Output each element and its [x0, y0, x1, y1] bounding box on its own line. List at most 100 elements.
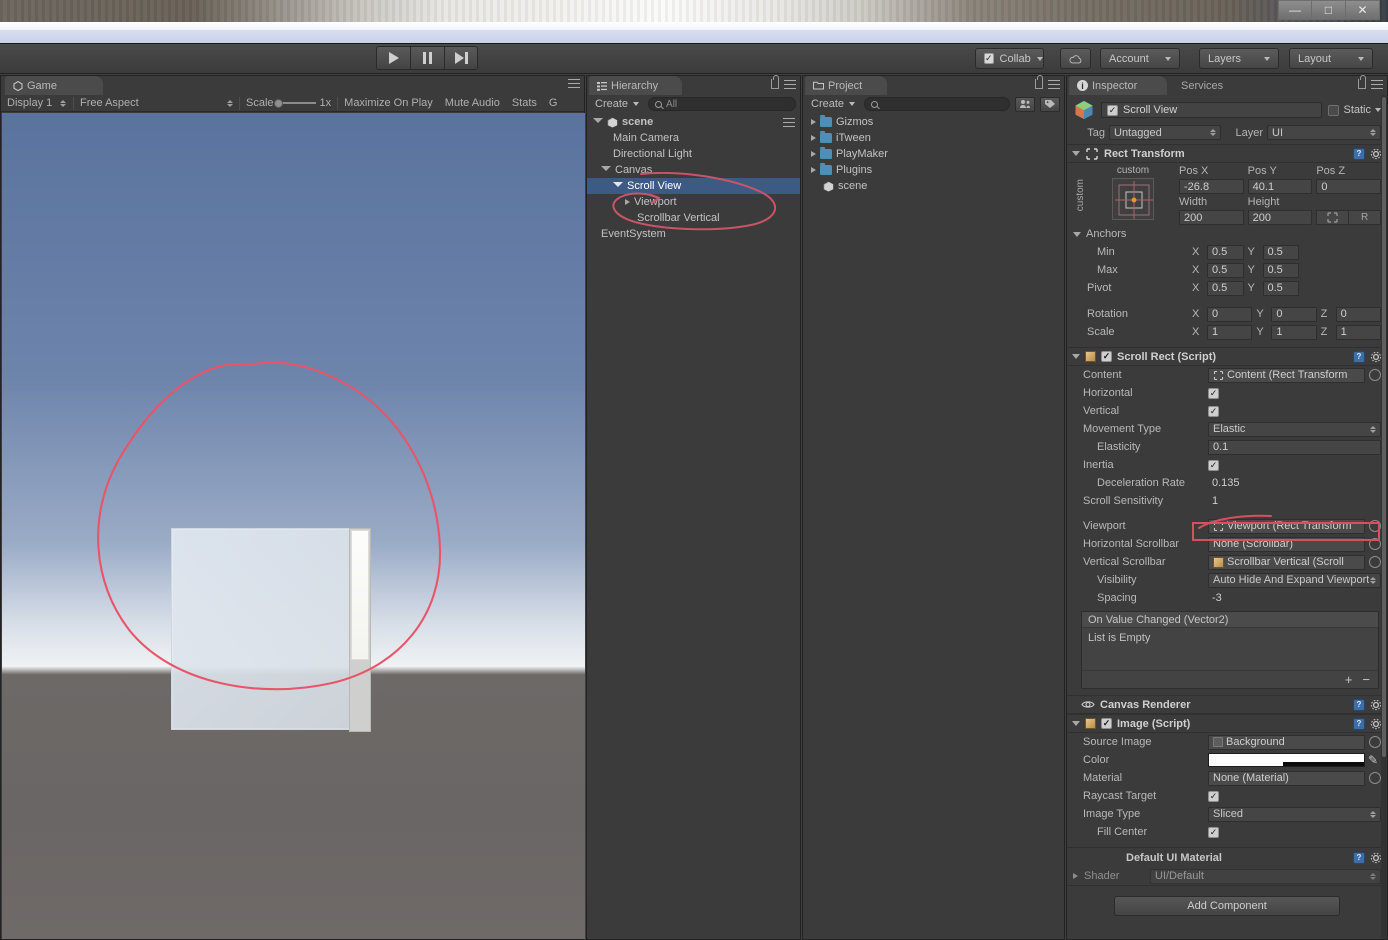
chevron-down-icon[interactable]	[1072, 151, 1080, 156]
gameobject-name-input[interactable]: ✓ Scroll View	[1101, 102, 1323, 118]
project-row-itween[interactable]: iTween	[803, 130, 1064, 146]
anchor-preset-widget[interactable]	[1112, 178, 1154, 220]
source-image-object-field[interactable]: Background	[1208, 734, 1365, 750]
scroll-rect-header[interactable]: ✓ Scroll Rect (Script) ?	[1067, 347, 1387, 366]
chevron-right-icon[interactable]	[811, 135, 816, 141]
chevron-right-icon[interactable]	[1073, 873, 1078, 879]
rect-transform-header[interactable]: Rect Transform ?	[1067, 144, 1387, 163]
maximize-icon[interactable]: □	[1312, 0, 1346, 20]
rotation-z-input[interactable]: 0	[1335, 306, 1381, 322]
chevron-down-icon[interactable]	[1073, 231, 1081, 237]
minimize-icon[interactable]: —	[1278, 0, 1312, 20]
source-image-object-picker[interactable]	[1369, 736, 1381, 748]
layer-dropdown[interactable]: UI	[1267, 125, 1381, 140]
hierarchy-row-canvas[interactable]: Canvas	[587, 162, 800, 178]
material-object-field[interactable]: None (Material)	[1208, 770, 1365, 786]
game-view-render[interactable]	[2, 113, 585, 939]
mute-audio-toggle[interactable]: Mute Audio	[439, 96, 506, 111]
gizmos-dropdown[interactable]: G	[543, 96, 564, 111]
tab-game[interactable]: Game	[5, 76, 103, 95]
anchor-max-x-input[interactable]: 0.5	[1207, 262, 1244, 278]
viewport-object-picker[interactable]	[1369, 520, 1381, 532]
scale-track[interactable]	[273, 99, 316, 108]
hierarchy-search-input[interactable]: All	[648, 97, 796, 111]
lock-icon[interactable]	[771, 75, 779, 89]
scale-y-input[interactable]: 1	[1271, 324, 1317, 340]
event-remove-button[interactable]: −	[1362, 672, 1370, 687]
help-icon[interactable]: ?	[1353, 698, 1365, 711]
content-object-field[interactable]: Content (Rect Transform	[1208, 367, 1365, 383]
visibility-dropdown[interactable]: Auto Hide And Expand Viewport	[1208, 572, 1381, 588]
scroll-view-widget[interactable]	[171, 528, 371, 732]
step-button[interactable]	[444, 46, 478, 70]
horizontal-scrollbar-object-field[interactable]: None (Scrollbar)	[1208, 536, 1365, 552]
inspector-scrollbar-thumb[interactable]	[1382, 97, 1386, 757]
stats-toggle[interactable]: Stats	[506, 96, 543, 111]
inertia-checkbox[interactable]: ✓	[1208, 459, 1219, 471]
pause-button[interactable]	[410, 46, 444, 70]
pane-menu-icon[interactable]	[784, 79, 796, 89]
hierarchy-create-button[interactable]: Create	[591, 98, 643, 110]
event-add-button[interactable]: +	[1345, 672, 1353, 687]
filter-by-label-button[interactable]	[1040, 96, 1060, 112]
tab-hierarchy[interactable]: Hierarchy	[589, 76, 682, 95]
vertical-scrollbar-object-field[interactable]: Scrollbar Vertical (Scroll	[1208, 554, 1365, 570]
hierarchy-row-scroll-view[interactable]: Scroll View	[587, 178, 800, 194]
project-row-gizmos[interactable]: Gizmos	[803, 114, 1064, 130]
scale-x-input[interactable]: 1	[1207, 324, 1253, 340]
tag-dropdown[interactable]: Untagged	[1109, 125, 1221, 140]
add-component-button[interactable]: Add Component	[1114, 896, 1340, 916]
horizontal-scrollbar-object-picker[interactable]	[1369, 538, 1381, 550]
pos-z-input[interactable]: 0	[1316, 179, 1381, 194]
height-input[interactable]: 200	[1247, 210, 1313, 225]
hierarchy-row-main-camera[interactable]: Main Camera	[587, 130, 800, 146]
anchor-max-y-input[interactable]: 0.5	[1262, 262, 1299, 278]
vertical-scrollbar-object-picker[interactable]	[1369, 556, 1381, 568]
help-icon[interactable]: ?	[1353, 350, 1365, 363]
pivot-x-input[interactable]: 0.5	[1207, 280, 1244, 296]
scrollbar-handle[interactable]	[351, 530, 369, 660]
image-script-header[interactable]: ✓ Image (Script) ?	[1067, 714, 1387, 733]
content-object-picker[interactable]	[1369, 369, 1381, 381]
rotation-x-input[interactable]: 0	[1207, 306, 1253, 322]
chevron-down-icon[interactable]	[1072, 721, 1080, 726]
layout-button[interactable]: Layout	[1289, 48, 1373, 69]
chevron-right-icon[interactable]	[811, 167, 816, 173]
project-row-scene[interactable]: scene	[803, 178, 1064, 194]
tab-inspector[interactable]: i Inspector	[1069, 76, 1167, 95]
play-button[interactable]	[376, 46, 410, 70]
viewport-object-field[interactable]: Viewport (Rect Transform	[1208, 518, 1365, 534]
vertical-checkbox[interactable]: ✓	[1208, 405, 1219, 417]
filter-by-type-button[interactable]	[1015, 96, 1035, 112]
hierarchy-row-eventsystem[interactable]: EventSystem	[587, 226, 800, 242]
raycast-target-checkbox[interactable]: ✓	[1208, 790, 1219, 802]
aspect-dropdown[interactable]: Free Aspect	[74, 96, 239, 111]
chevron-down-icon[interactable]	[1072, 354, 1080, 359]
account-button[interactable]: Account	[1100, 48, 1180, 69]
image-enabled-checkbox[interactable]: ✓	[1101, 718, 1112, 729]
help-icon[interactable]: ?	[1353, 717, 1365, 730]
pane-menu-icon[interactable]	[568, 79, 580, 88]
shader-dropdown[interactable]: UI/Default	[1150, 868, 1381, 884]
chevron-right-icon[interactable]	[811, 151, 816, 157]
hierarchy-row-directional-light[interactable]: Directional Light	[587, 146, 800, 162]
chevron-right-icon[interactable]	[811, 119, 816, 125]
width-input[interactable]: 200	[1179, 210, 1244, 225]
image-type-dropdown[interactable]: Sliced	[1208, 806, 1381, 822]
material-object-picker[interactable]	[1369, 772, 1381, 784]
eyedropper-icon[interactable]: ✎	[1365, 753, 1381, 767]
chevron-down-icon[interactable]	[593, 118, 603, 126]
project-create-button[interactable]: Create	[807, 98, 859, 110]
tab-project[interactable]: Project	[805, 76, 887, 95]
scale-slider[interactable]: Scale 1x	[240, 96, 337, 111]
layers-button[interactable]: Layers	[1199, 48, 1279, 69]
hierarchy-row-scene[interactable]: scene	[587, 114, 800, 130]
pivot-y-input[interactable]: 0.5	[1262, 280, 1299, 296]
horizontal-checkbox[interactable]: ✓	[1208, 387, 1219, 399]
scroll-sensitivity-input[interactable]: 1	[1208, 494, 1381, 509]
movement-type-dropdown[interactable]: Elastic	[1208, 421, 1381, 437]
material-component-header[interactable]: Default UI Material ?	[1067, 847, 1387, 867]
close-icon[interactable]: ✕	[1346, 0, 1380, 20]
display-dropdown[interactable]: Display 1	[1, 96, 73, 111]
chevron-right-icon[interactable]	[625, 199, 630, 205]
